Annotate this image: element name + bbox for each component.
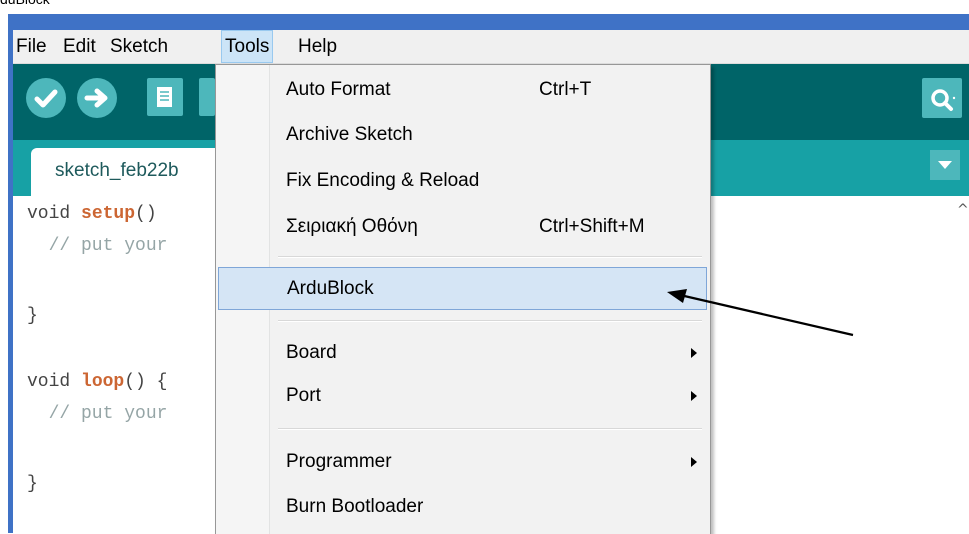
pointer-arrow-annotation xyxy=(667,289,854,337)
